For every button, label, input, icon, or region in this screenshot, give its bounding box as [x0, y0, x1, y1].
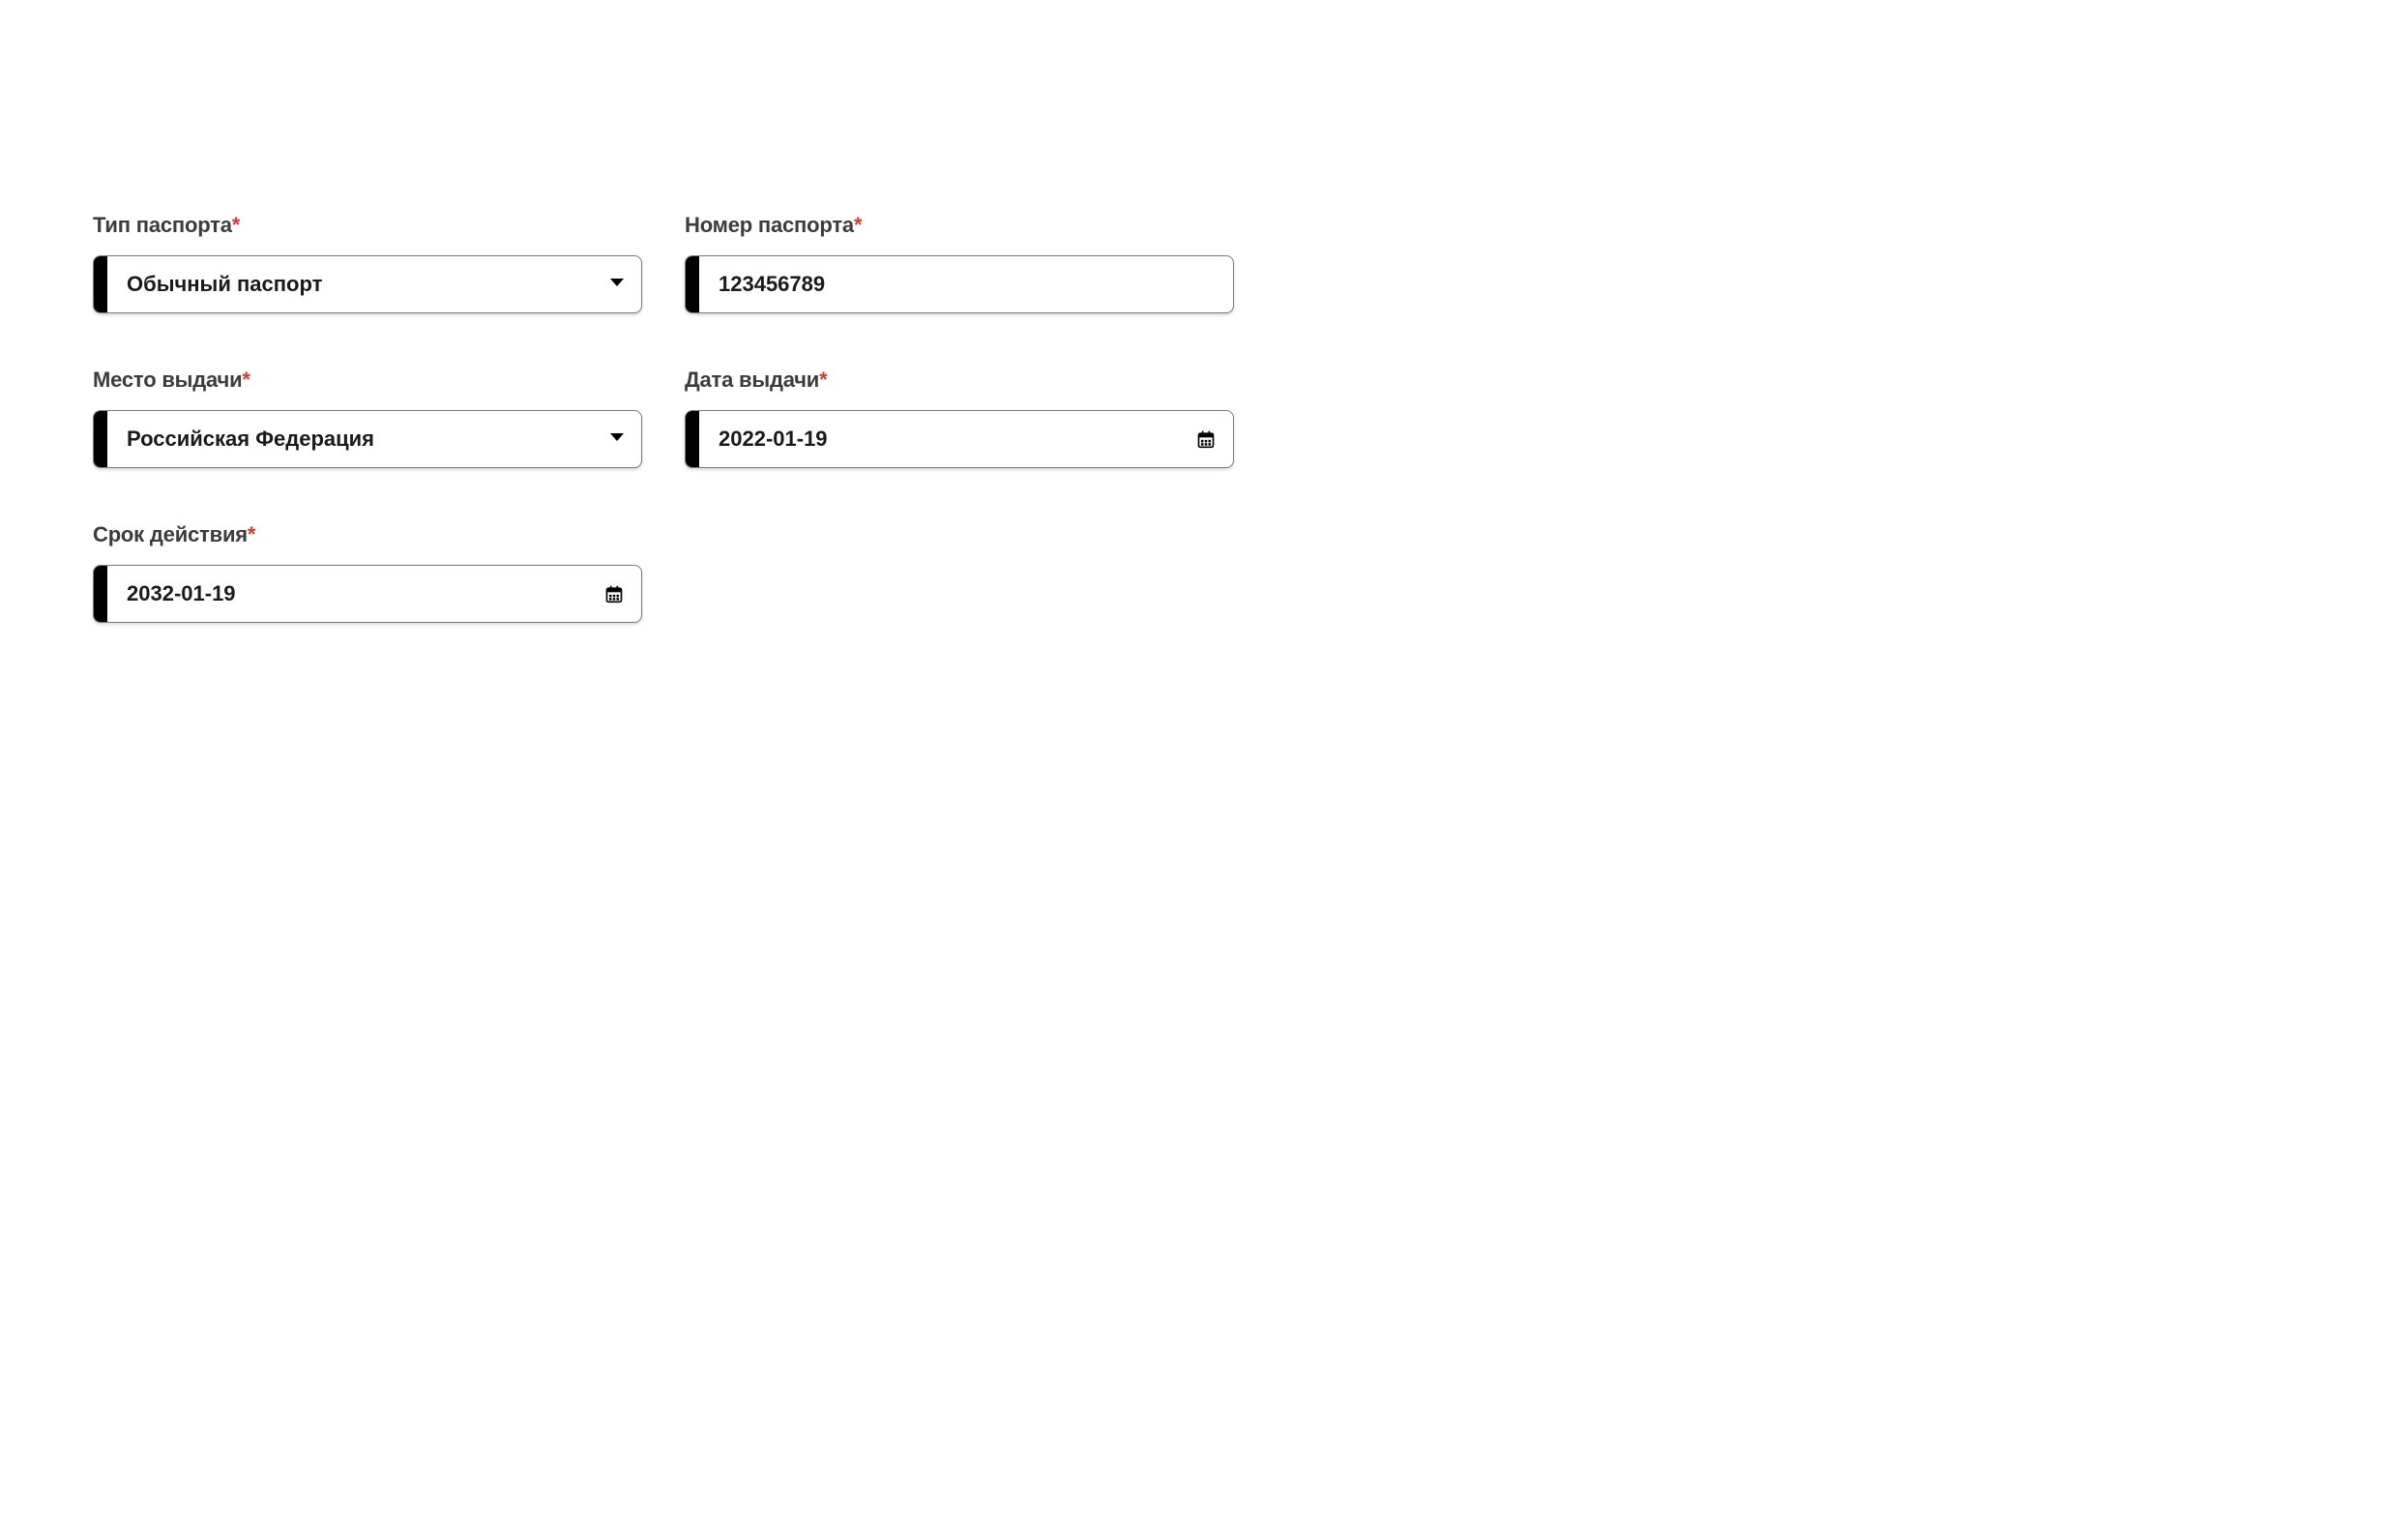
passport-number-input[interactable]: 123456789 — [685, 255, 1234, 313]
passport-type-value: Обычный паспорт — [127, 272, 602, 297]
passport-number-value: 123456789 — [719, 272, 1216, 297]
chevron-down-icon — [610, 433, 624, 441]
passport-type-select[interactable]: Обычный паспорт — [93, 255, 642, 313]
chevron-down-icon — [610, 279, 624, 286]
expiry-date-value: 2032-01-19 — [127, 581, 597, 606]
issue-place-field: Место выдачи* Российская Федерация — [93, 368, 642, 468]
control-accent-bar — [94, 256, 107, 312]
control-accent-bar — [686, 411, 699, 467]
issue-date-value: 2022-01-19 — [719, 427, 1189, 452]
calendar-icon — [604, 584, 624, 604]
passport-form: Тип паспорта* Обычный паспорт Номер пасп… — [93, 213, 1234, 623]
passport-number-field: Номер паспорта* 123456789 — [685, 213, 1234, 313]
passport-type-label: Тип паспорта* — [93, 213, 642, 238]
required-mark: * — [232, 213, 240, 237]
issue-date-input[interactable]: 2022-01-19 — [685, 410, 1234, 468]
control-accent-bar — [686, 256, 699, 312]
control-accent-bar — [94, 566, 107, 622]
issue-place-select[interactable]: Российская Федерация — [93, 410, 642, 468]
expiry-date-input[interactable]: 2032-01-19 — [93, 565, 642, 623]
required-mark: * — [854, 213, 862, 237]
expiry-date-label: Срок действия* — [93, 522, 642, 547]
passport-number-label: Номер паспорта* — [685, 213, 1234, 238]
required-mark: * — [819, 368, 827, 392]
issue-date-field: Дата выдачи* 2022-01-19 — [685, 368, 1234, 468]
issue-place-value: Российская Федерация — [127, 427, 602, 452]
expiry-date-field: Срок действия* 2032-01-19 — [93, 522, 642, 623]
issue-place-label: Место выдачи* — [93, 368, 642, 393]
calendar-icon — [1196, 429, 1216, 449]
control-accent-bar — [94, 411, 107, 467]
issue-date-label: Дата выдачи* — [685, 368, 1234, 393]
passport-type-field: Тип паспорта* Обычный паспорт — [93, 213, 642, 313]
required-mark: * — [242, 368, 250, 392]
required-mark: * — [248, 522, 255, 546]
